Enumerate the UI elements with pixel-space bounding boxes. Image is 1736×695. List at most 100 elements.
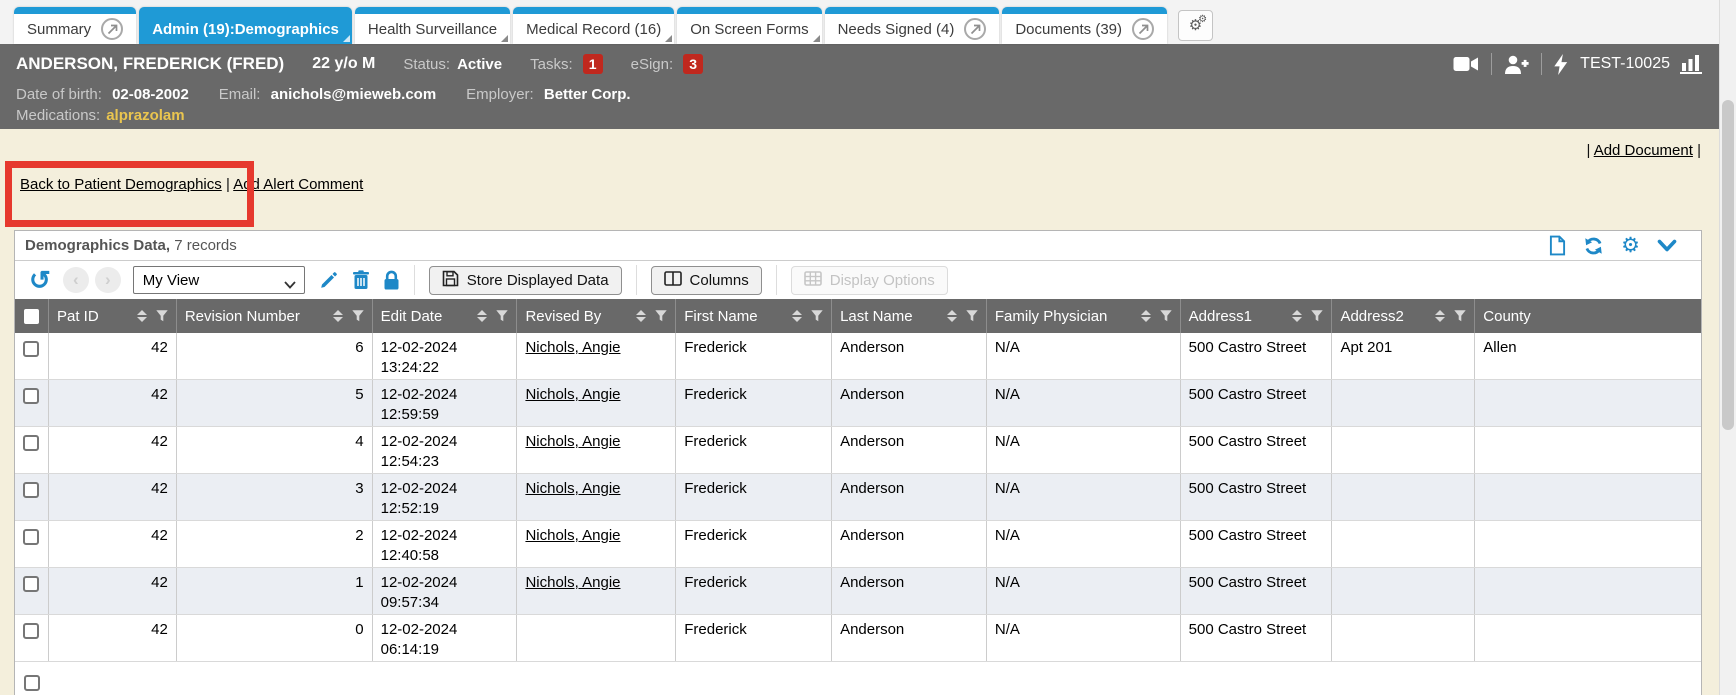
delete-view-trash-icon[interactable] [352, 270, 370, 290]
column-header-revision[interactable]: Revision Number [176, 299, 372, 333]
tab-label: Documents (39) [1015, 21, 1122, 38]
annotation-box [5, 161, 254, 227]
video-call-icon[interactable] [1453, 56, 1479, 72]
column-header-family-physician[interactable]: Family Physician [986, 299, 1180, 333]
sort-icon[interactable] [333, 310, 343, 322]
column-header-revised-by[interactable]: Revised By [516, 299, 675, 333]
sort-icon[interactable] [947, 310, 957, 322]
cell-revised-by: Nichols, Angie [516, 521, 675, 567]
cell-first-name: Frederick [675, 568, 831, 614]
prev-page-button[interactable]: ‹ [63, 267, 89, 293]
lock-view-icon[interactable] [383, 270, 400, 290]
revised-by-link[interactable]: Nichols, Angie [525, 574, 620, 591]
tasks-badge[interactable]: 1 [583, 54, 603, 74]
tab-needs-signed[interactable]: Needs Signed (4) [825, 7, 1000, 44]
filter-icon[interactable] [1454, 310, 1466, 322]
revised-by-link[interactable]: Nichols, Angie [525, 433, 620, 450]
cell-first-name: Frederick [675, 474, 831, 520]
filter-icon[interactable] [1311, 310, 1323, 322]
external-link-icon[interactable] [964, 18, 986, 40]
cell-pat-id: 42 [48, 568, 176, 614]
row-checkbox[interactable] [23, 435, 39, 451]
tab-health-surveillance[interactable]: Health Surveillance [355, 7, 510, 44]
add-document-line: | Add Document | [1586, 142, 1701, 159]
column-header-county[interactable]: County [1474, 299, 1701, 333]
display-options-label: Display Options [830, 272, 935, 289]
row-checkbox[interactable] [23, 482, 39, 498]
lightning-icon[interactable] [1554, 54, 1568, 75]
cell-family-physician: N/A [986, 615, 1180, 661]
revised-by-link[interactable]: Nichols, Angie [525, 339, 620, 356]
view-select[interactable]: My View [133, 266, 305, 294]
cell-pat-id: 42 [48, 474, 176, 520]
column-label: First Name [684, 308, 757, 325]
row-checkbox[interactable] [23, 576, 39, 592]
revised-by-link[interactable]: Nichols, Angie [525, 480, 620, 497]
sort-icon[interactable] [477, 310, 487, 322]
sort-icon[interactable] [137, 310, 147, 322]
sort-icon[interactable] [1141, 310, 1151, 322]
esign-badge[interactable]: 3 [683, 54, 703, 74]
row-checkbox[interactable] [23, 623, 39, 639]
tab-summary[interactable]: Summary [14, 7, 136, 44]
tab-label: Summary [27, 21, 91, 38]
divider [1541, 53, 1542, 75]
revised-by-link[interactable]: Nichols, Angie [525, 386, 620, 403]
row-checkbox[interactable] [23, 529, 39, 545]
column-header-address1[interactable]: Address1 [1180, 299, 1332, 333]
filter-icon[interactable] [352, 310, 364, 322]
row-checkbox[interactable] [23, 388, 39, 404]
tab-documents[interactable]: Documents (39) [1002, 7, 1167, 44]
scrollbar-thumb[interactable] [1722, 100, 1734, 430]
sort-icon[interactable] [636, 310, 646, 322]
columns-button[interactable]: Columns [651, 266, 762, 295]
table-header: Pat ID Revision NumberEdit DateRevised By… [15, 299, 1701, 333]
external-link-icon[interactable] [101, 18, 123, 40]
column-header-address2[interactable]: Address2 [1331, 299, 1474, 333]
column-header-edit-date[interactable]: Edit Date [372, 299, 517, 333]
undo-icon[interactable]: ↺ [29, 267, 51, 293]
cell-address1: 500 Castro Street [1180, 333, 1332, 379]
revised-by-link[interactable]: Nichols, Angie [525, 527, 620, 544]
column-header-pat-id[interactable]: Pat ID [48, 299, 176, 333]
store-displayed-data-button[interactable]: Store Displayed Data [429, 266, 622, 295]
filter-icon[interactable] [811, 310, 823, 322]
add-person-icon[interactable] [1504, 55, 1529, 74]
columns-label: Columns [690, 272, 749, 289]
cell-first-name: Frederick [675, 333, 831, 379]
edit-view-pencil-icon[interactable] [319, 270, 339, 290]
new-document-icon[interactable] [1549, 235, 1566, 256]
tab-label: Health Surveillance [368, 21, 497, 38]
cell-pat-id: 42 [48, 427, 176, 473]
sort-icon[interactable] [792, 310, 802, 322]
chart-settings-button[interactable]: ⚙ ⚙ [1178, 10, 1213, 41]
sort-icon[interactable] [1435, 310, 1445, 322]
add-document-link[interactable]: Add Document [1594, 142, 1693, 159]
filter-icon[interactable] [496, 310, 508, 322]
filter-icon[interactable] [655, 310, 667, 322]
tab-medical-record[interactable]: Medical Record (16) [513, 7, 674, 44]
filter-icon[interactable] [1160, 310, 1172, 322]
select-all-checkbox[interactable] [24, 309, 39, 324]
tab-admin-demographics[interactable]: Admin (19):Demographics [139, 7, 352, 44]
row-checkbox[interactable] [23, 341, 39, 357]
next-page-button[interactable]: › [95, 267, 121, 293]
sort-icon[interactable] [1292, 310, 1302, 322]
gear-icon[interactable]: ⚙ [1621, 235, 1640, 256]
medications-value[interactable]: alprazolam [106, 107, 184, 124]
vertical-scrollbar[interactable] [1719, 0, 1736, 695]
row-checkbox[interactable] [24, 675, 40, 691]
column-header-first-name[interactable]: First Name [675, 299, 831, 333]
filter-icon[interactable] [966, 310, 978, 322]
refresh-icon[interactable] [1583, 236, 1604, 256]
cell-county [1474, 427, 1701, 473]
tab-on-screen-forms[interactable]: On Screen Forms [677, 7, 821, 44]
demographics-panel: Demographics Data, 7 records ⚙ [14, 230, 1702, 695]
external-link-icon[interactable] [1132, 18, 1154, 40]
column-header-last-name[interactable]: Last Name [831, 299, 986, 333]
column-label: Pat ID [57, 308, 99, 325]
cell-revision: 4 [176, 427, 372, 473]
filter-icon[interactable] [156, 310, 168, 322]
chart-icon[interactable] [1680, 54, 1703, 74]
collapse-chevron-icon[interactable] [1657, 239, 1677, 253]
